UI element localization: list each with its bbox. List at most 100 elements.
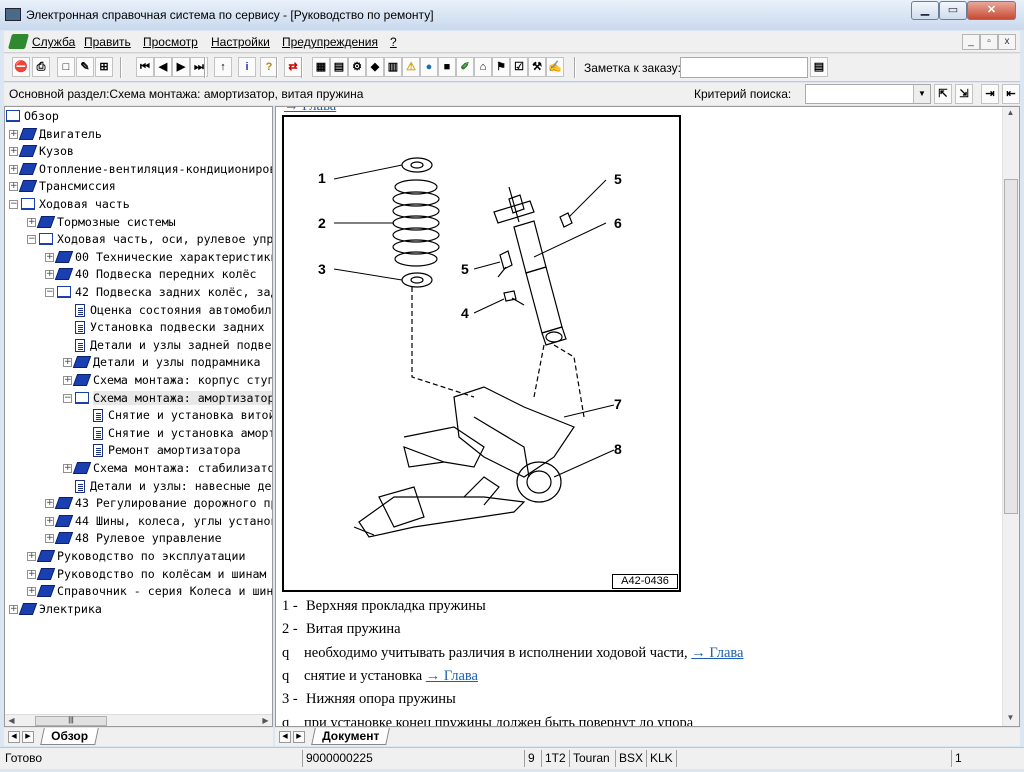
info-icon[interactable]: i [238,57,256,77]
note-icon[interactable]: ▤ [810,57,828,77]
top-chapter-link[interactable]: → Глава [284,107,336,114]
tree-item[interactable]: + Электрика [5,601,272,618]
tree-item[interactable]: + Схема монтажа: стабилизатор [5,460,272,477]
expand-toggle-icon[interactable]: + [63,376,72,385]
tree-horizontal-scrollbar[interactable]: ◀ ||| ▶ [5,714,272,726]
expand-toggle-icon[interactable]: + [45,270,54,280]
tree-item[interactable]: − 42 Подвеска задних колёс, задний мост [5,284,272,301]
edit-note-icon[interactable]: ✎ [76,57,94,77]
menu-settings[interactable]: Настройки [211,35,270,49]
tree-item[interactable]: + Справочник - серия Колеса и шины [5,583,272,600]
expand-toggle-icon[interactable]: + [63,464,72,473]
save-icon[interactable]: ■ [438,57,456,77]
car-icon[interactable]: ⌂ [474,57,492,77]
tree-item[interactable]: +44 Шины, колеса, углы установки [5,513,272,530]
tree-item[interactable]: + Двигатель [5,126,272,143]
table-icon[interactable]: ▤ [330,57,348,77]
title-bar[interactable]: Электронная справочная система по сервис… [0,0,1024,30]
bookmark-icon[interactable]: ⚑ [492,57,510,77]
checklist-icon[interactable]: ☑ [510,57,528,77]
expand-toggle-icon[interactable]: + [45,499,54,509]
collapse-toggle-icon[interactable]: − [45,288,54,297]
document-list-icon[interactable]: ▦ [312,57,330,77]
tree-item[interactable]: − Ходовая часть [5,196,272,213]
tree-item[interactable]: + Схема монтажа: корпус ступицы [5,372,272,389]
tree-item[interactable]: + Руководство по эксплуатации [5,548,272,565]
collapse-toggle-icon[interactable]: − [63,393,72,403]
expand-toggle-icon[interactable]: + [9,129,18,139]
mdi-restore-button[interactable]: ▫ [980,34,998,50]
print-icon[interactable]: ⎙ [32,57,50,77]
expand-toggle-icon[interactable]: + [45,534,54,544]
scroll-down-icon[interactable]: ▼ [1004,712,1017,724]
expand-toggle-icon[interactable]: + [27,552,36,561]
pencil-icon[interactable]: ✐ [456,57,474,77]
book-red-icon[interactable]: ◆ [366,57,384,77]
tree-item[interactable]: + Руководство по колёсам и шинам [5,566,272,583]
tab-overview[interactable]: Обзор [40,728,99,745]
menu-edit[interactable]: Править [84,35,131,49]
tree-item[interactable]: + Кузов [5,143,272,160]
tree-item[interactable]: +40 Подвеска передних колёс [5,266,272,283]
expand-toggle-icon[interactable]: + [63,358,72,368]
menu-service[interactable]: Служба [32,35,75,49]
tab-document[interactable]: Документ [311,728,391,745]
expand-toggle-icon[interactable]: + [45,252,54,262]
expand-toggle-icon[interactable]: + [9,604,18,614]
expand-toggle-icon[interactable]: + [9,164,18,174]
expand-icon[interactable]: ⇥ [981,84,999,104]
chapter-link[interactable]: → Глава [426,668,478,684]
vehicle-icon[interactable]: ⊞ [95,57,113,77]
new-document-icon[interactable]: □ [57,57,75,77]
scroll-right-icon[interactable]: ▶ [259,715,272,726]
minimize-button[interactable]: ▁ [911,1,939,20]
search-prev-icon[interactable]: ⇱ [934,84,952,104]
back-icon[interactable]: ◀ [154,57,172,77]
order-note-input[interactable] [680,57,808,78]
chapter-link[interactable]: → Глава [691,645,743,661]
tab-prev-icon[interactable]: ◀ [8,731,20,743]
search-criteria-select[interactable]: ▼ [805,84,931,104]
tab-next-icon[interactable]: ▶ [22,731,34,743]
globe-icon[interactable]: ● [420,57,438,77]
menu-warnings[interactable]: Предупреждения [282,35,378,49]
collapse-toggle-icon[interactable]: − [9,200,18,209]
tree-item[interactable]: − Схема монтажа: амортизатор, витая пружи… [5,390,272,407]
scroll-thumb[interactable]: ||| [35,716,107,726]
scroll-up-icon[interactable]: ▲ [1004,107,1017,119]
search-next-icon[interactable]: ⇲ [955,84,973,104]
tree-item[interactable]: + Тормозные системы [5,214,272,231]
tree-item[interactable]: + Трансмиссия [5,178,272,195]
close-button[interactable]: ✕ [967,1,1016,20]
scroll-left-icon[interactable]: ◀ [5,715,18,726]
calculator-icon[interactable]: ▥ [384,57,402,77]
scroll-thumb[interactable] [1004,179,1018,514]
tree-item[interactable]: Снятие и установка амортизатора [5,425,272,442]
expand-toggle-icon[interactable]: + [45,516,54,526]
tree-item[interactable]: Установка подвески задних колёс [5,319,272,336]
up-level-icon[interactable]: ↑ [214,57,232,77]
tree-item[interactable]: − Ходовая часть, оси, рулевое управление [5,231,272,248]
tree-item[interactable]: +43 Регулирование дорожного просвета [5,495,272,512]
gearbox-icon[interactable]: ⚙ [348,57,366,77]
hint-icon[interactable]: ✍ [546,57,564,77]
menu-view[interactable]: Просмотр [143,35,198,49]
mdi-close-button[interactable]: x [998,34,1016,50]
tree-item[interactable]: +48 Рулевое управление [5,530,272,547]
tab-next-icon[interactable]: ▶ [293,731,305,743]
collapse-icon[interactable]: ⇤ [1002,84,1020,104]
expand-toggle-icon[interactable]: + [9,182,18,192]
document-vertical-scrollbar[interactable]: ▲ ▼ [1002,107,1019,726]
mdi-minimize-button[interactable]: _ [962,34,980,50]
tree-item[interactable]: Оценка состояния автомобиля [5,302,272,319]
stop-icon[interactable]: ⛔ [12,57,30,77]
tree-item[interactable]: Детали и узлы задней подвески [5,337,272,354]
forward-icon[interactable]: ▶ [172,57,190,77]
collapse-toggle-icon[interactable]: − [27,235,36,245]
expand-toggle-icon[interactable]: + [27,217,36,227]
tree-item[interactable]: Снятие и установка витой пружины [5,407,272,424]
menu-help[interactable]: ? [390,35,397,49]
expand-toggle-icon[interactable]: + [27,569,36,579]
first-icon[interactable]: ⏮ [136,57,154,77]
expand-toggle-icon[interactable]: + [9,147,18,157]
